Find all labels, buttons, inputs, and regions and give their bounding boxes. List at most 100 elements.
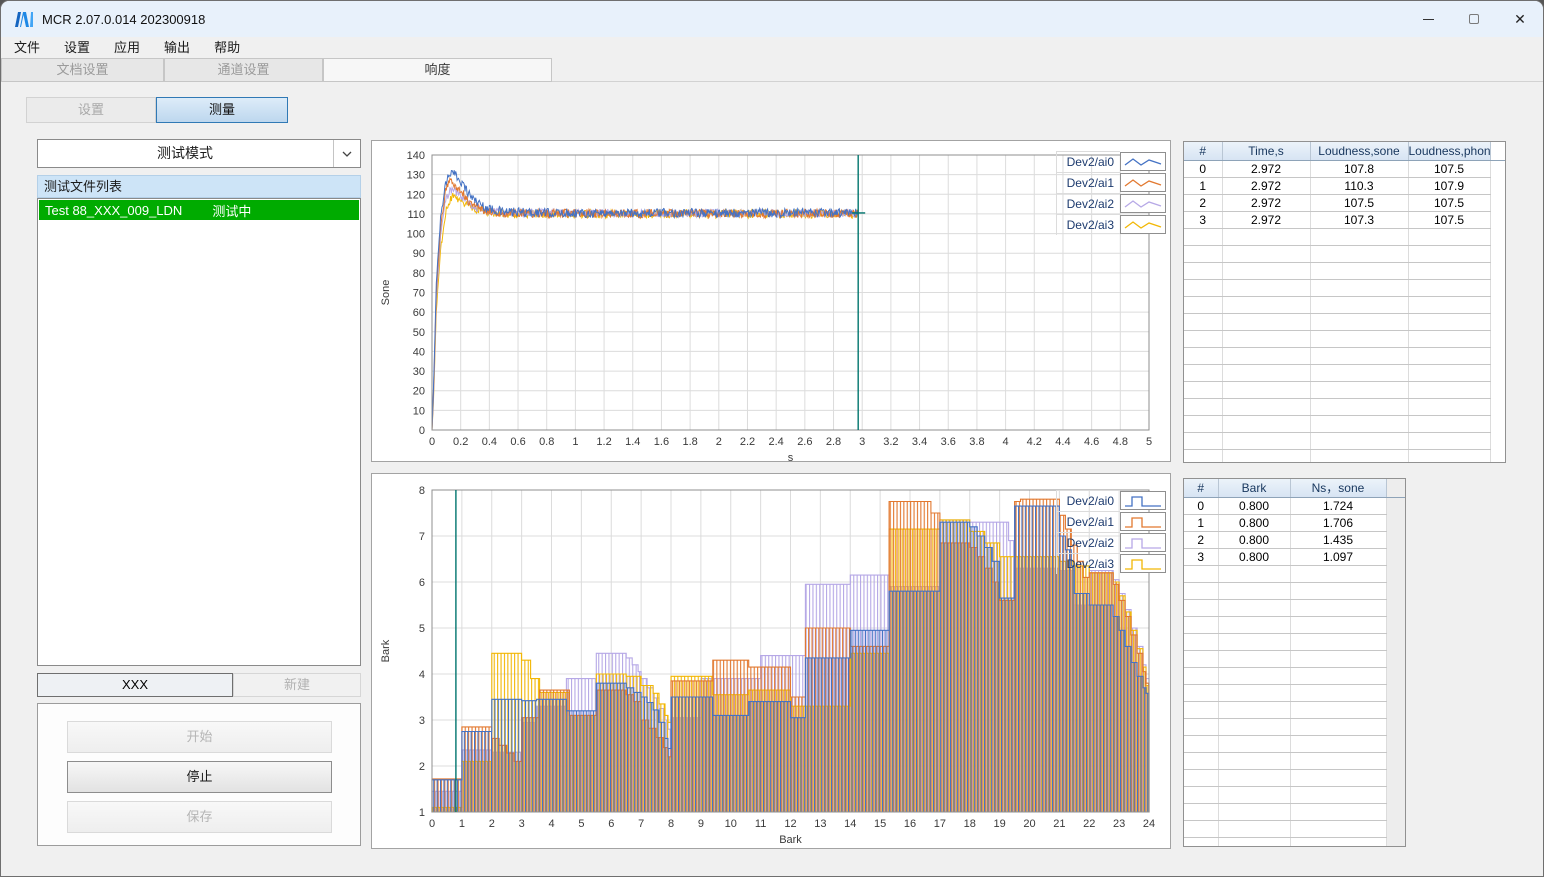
- step-sample-icon: [1120, 512, 1166, 531]
- table-cell: 3: [1184, 211, 1223, 229]
- table-row-empty: [1184, 347, 1505, 365]
- table-cell: 110.3: [1310, 177, 1409, 195]
- filler-column: [1386, 479, 1405, 498]
- loudness-time-plot-area[interactable]: 0 0.2 0.4 0.6 0.8 1 1.2 1.4 1.6 1.8 2 2.2 2.4 2.6 2.8 3…: [372, 141, 1170, 461]
- step-sample-icon: [1120, 491, 1166, 510]
- menu-item-help[interactable]: 帮助: [202, 37, 252, 58]
- table-cell: [1290, 565, 1387, 583]
- table-row[interactable]: 0 2.972 107.8 107.5: [1184, 160, 1505, 178]
- svg-text:120: 120: [407, 189, 425, 201]
- table-cell: [1218, 718, 1291, 736]
- table-row[interactable]: 3 2.972 107.3 107.5: [1184, 211, 1505, 229]
- new-button[interactable]: 新建: [233, 673, 361, 697]
- table-cell: [1408, 381, 1491, 399]
- file-list-item[interactable]: Test 88_XXX_009_LDN 测试中: [39, 200, 359, 220]
- svg-text:3: 3: [419, 715, 425, 727]
- svg-text:3: 3: [859, 436, 865, 448]
- svg-text:16: 16: [904, 818, 916, 830]
- table-row[interactable]: 1 2.972 110.3 107.9: [1184, 177, 1505, 195]
- maximize-button[interactable]: [1451, 1, 1497, 37]
- specific-loudness-plot-area[interactable]: 0 1 2 3 4 5 6 7 8 9 10 11 12 13 14 15 16 17 18 19 20 21 22 23 24…: [372, 474, 1170, 848]
- tab-document-settings[interactable]: 文档设置: [1, 58, 164, 82]
- table-cell: [1290, 650, 1387, 668]
- svg-text:0: 0: [419, 425, 425, 437]
- column-header: Time,s: [1222, 142, 1311, 161]
- menu-item-settings[interactable]: 设置: [52, 37, 102, 58]
- svg-text:21: 21: [1053, 818, 1065, 830]
- table-cell: 0.800: [1218, 497, 1291, 515]
- column-header: Bark: [1218, 479, 1291, 498]
- svg-text:3.6: 3.6: [941, 436, 956, 448]
- tabbar: 文档设置 通道设置 响度: [1, 58, 1543, 82]
- start-button[interactable]: 开始: [67, 721, 332, 753]
- settings-subtab-button[interactable]: 设置: [26, 97, 156, 123]
- table-cell: [1184, 684, 1219, 702]
- minimize-button[interactable]: [1405, 1, 1451, 37]
- table-cell: [1184, 616, 1219, 634]
- chevron-down-icon[interactable]: [333, 140, 360, 167]
- svg-text:23: 23: [1113, 818, 1125, 830]
- svg-text:6: 6: [419, 577, 425, 589]
- svg-text:19: 19: [994, 818, 1006, 830]
- xxx-button[interactable]: XXX: [37, 673, 233, 697]
- svg-text:2: 2: [419, 761, 425, 773]
- filler-cell: [1386, 548, 1405, 565]
- table-row[interactable]: 0 0.800 1.724: [1184, 497, 1405, 515]
- svg-text:1: 1: [459, 818, 465, 830]
- line-sample-icon: [1120, 194, 1166, 213]
- filler-cell: [1490, 347, 1505, 364]
- svg-text:3: 3: [519, 818, 525, 830]
- menu-item-apply[interactable]: 应用: [102, 37, 152, 58]
- table-cell: [1184, 718, 1219, 736]
- filler-cell: [1386, 497, 1405, 514]
- svg-text:4: 4: [548, 818, 554, 830]
- loudness-time-svg: 0 0.2 0.4 0.6 0.8 1 1.2 1.4 1.6 1.8 2 2.2 2.4 2.6 2.8 3…: [380, 150, 1152, 461]
- table-cell: 0.800: [1218, 531, 1291, 549]
- filler-cell: [1490, 211, 1505, 228]
- table-cell: 1.097: [1290, 548, 1387, 566]
- svg-text:2.6: 2.6: [797, 436, 812, 448]
- window-title: MCR 2.07.0.014 202300918: [42, 11, 206, 27]
- table-cell: [1222, 398, 1311, 416]
- filler-cell: [1490, 432, 1505, 449]
- tab-channel-settings[interactable]: 通道设置: [164, 58, 323, 82]
- specific-loudness-chart: 0 1 2 3 4 5 6 7 8 9 10 11 12 13 14 15 16 17 18 19 20 21 22 23 24…: [371, 473, 1171, 849]
- table-row[interactable]: 2 2.972 107.5 107.5: [1184, 194, 1505, 212]
- test-mode-select[interactable]: 测试模式: [37, 139, 361, 168]
- table-row[interactable]: 3 0.800 1.097: [1184, 548, 1405, 566]
- stop-button[interactable]: 停止: [67, 761, 332, 793]
- legend-label: Dev2/ai3: [1056, 553, 1120, 574]
- save-button[interactable]: 保存: [67, 801, 332, 833]
- table-cell: [1222, 449, 1311, 462]
- svg-text:10: 10: [725, 818, 737, 830]
- table-cell: 107.5: [1310, 194, 1409, 212]
- svg-text:0.2: 0.2: [453, 436, 468, 448]
- filler-cell: [1490, 415, 1505, 432]
- table-cell: [1310, 245, 1409, 263]
- table-row-empty: [1184, 769, 1405, 787]
- titlebar: MCR 2.07.0.014 202300918 ✕: [1, 1, 1543, 37]
- table-cell: [1408, 364, 1491, 382]
- table-cell: [1218, 667, 1291, 685]
- table-cell: [1184, 245, 1223, 263]
- table-row-empty: [1184, 735, 1405, 753]
- table-cell: [1184, 735, 1219, 753]
- tab-loudness[interactable]: 响度: [323, 58, 552, 82]
- test-file-list[interactable]: Test 88_XXX_009_LDN 测试中: [37, 198, 361, 666]
- table-row-empty: [1184, 262, 1505, 280]
- app-window: MCR 2.07.0.014 202300918 ✕ 文件 设置 应用 输出 帮…: [0, 0, 1544, 877]
- table-cell: [1408, 228, 1491, 246]
- close-button[interactable]: ✕: [1497, 1, 1543, 37]
- menu-item-file[interactable]: 文件: [2, 37, 52, 58]
- svg-text:0: 0: [429, 818, 435, 830]
- table-row[interactable]: 1 0.800 1.706: [1184, 514, 1405, 532]
- menu-item-output[interactable]: 输出: [152, 37, 202, 58]
- table-cell: [1218, 820, 1291, 838]
- table-cell: 0.800: [1218, 548, 1291, 566]
- table-row[interactable]: 2 0.800 1.435: [1184, 531, 1405, 549]
- table-cell: [1222, 364, 1311, 382]
- filler-cell: [1490, 194, 1505, 211]
- table-row-empty: [1184, 330, 1505, 348]
- measure-subtab-button[interactable]: 测量: [156, 97, 288, 123]
- table-cell: [1290, 837, 1387, 846]
